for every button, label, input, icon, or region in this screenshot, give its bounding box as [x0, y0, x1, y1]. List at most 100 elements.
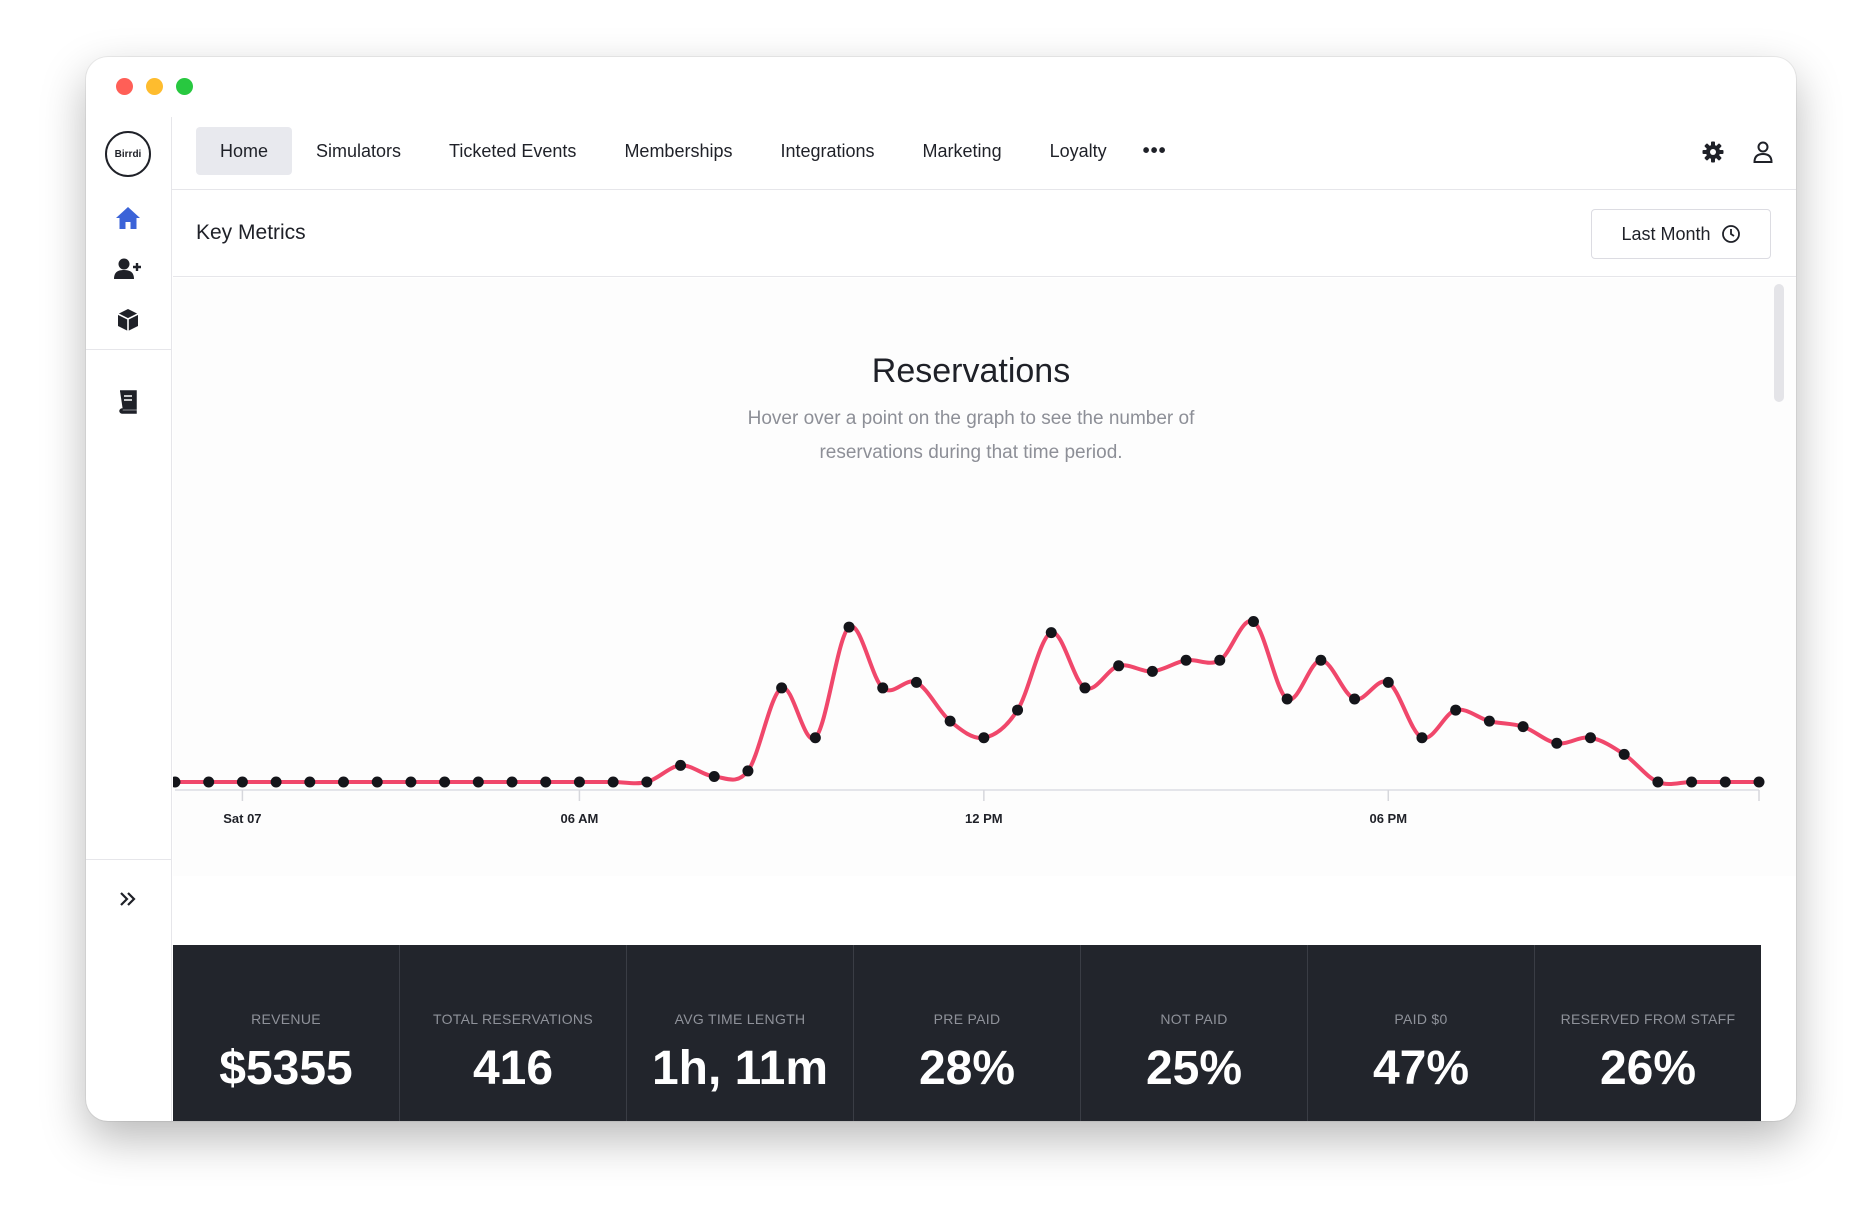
data-point[interactable] — [236, 776, 248, 788]
data-point[interactable] — [1652, 776, 1664, 788]
nav-home[interactable]: Home — [196, 127, 293, 175]
data-point[interactable] — [641, 776, 653, 788]
data-point[interactable] — [203, 776, 215, 788]
data-point[interactable] — [1686, 776, 1698, 788]
data-point[interactable] — [1146, 665, 1158, 677]
data-point[interactable] — [1382, 676, 1394, 688]
profile-button[interactable] — [1750, 139, 1776, 165]
stat-total-reservations: TOTAL RESERVATIONS 416 — [400, 945, 627, 1121]
data-point[interactable] — [1551, 737, 1563, 749]
data-point[interactable] — [1315, 654, 1327, 666]
nav-loyalty[interactable]: Loyalty — [1026, 127, 1131, 175]
more-menu-button[interactable]: ••• — [1131, 127, 1179, 175]
sidebar-item-add-user[interactable] — [113, 254, 143, 284]
x-axis-tick-label: 12 PM — [965, 811, 1003, 826]
data-point[interactable] — [1719, 776, 1731, 788]
close-window-button[interactable] — [116, 78, 133, 95]
data-point[interactable] — [776, 682, 788, 694]
data-point[interactable] — [843, 621, 855, 633]
stat-reserved-from-staff: RESERVED FROM STAFF 26% — [1535, 945, 1761, 1121]
reservations-line-chart[interactable]: Sat 07 06 AM 12 PM 06 PM — [173, 278, 1773, 876]
data-point[interactable] — [675, 759, 687, 771]
stat-not-paid: NOT PAID 25% — [1081, 945, 1308, 1121]
minimize-window-button[interactable] — [146, 78, 163, 95]
reservations-series-line — [175, 618, 1759, 787]
app-logo[interactable]: Birrdi — [105, 131, 151, 177]
vertical-scrollbar[interactable] — [1774, 284, 1784, 402]
data-point[interactable] — [405, 776, 417, 788]
data-point[interactable] — [506, 776, 518, 788]
top-navigation: Home Simulators Ticketed Events Membersh… — [172, 117, 1796, 190]
date-range-button[interactable]: Last Month — [1591, 209, 1771, 259]
sidebar-expand-button[interactable] — [113, 884, 143, 914]
data-point[interactable] — [1517, 721, 1529, 733]
nav-memberships[interactable]: Memberships — [600, 127, 756, 175]
stat-label: REVENUE — [251, 1011, 321, 1027]
data-point[interactable] — [1753, 776, 1765, 788]
settings-button[interactable] — [1700, 139, 1726, 165]
data-point[interactable] — [742, 765, 754, 777]
data-point[interactable] — [1450, 704, 1462, 716]
stat-label: PRE PAID — [933, 1011, 1001, 1027]
nav-integrations[interactable]: Integrations — [756, 127, 898, 175]
data-point[interactable] — [1618, 748, 1630, 760]
data-point[interactable] — [1045, 627, 1057, 639]
stat-value: 26% — [1599, 1042, 1697, 1095]
maximize-window-button[interactable] — [176, 78, 193, 95]
data-point[interactable] — [877, 682, 889, 694]
data-point[interactable] — [1281, 693, 1293, 705]
book-icon — [119, 390, 137, 414]
data-point[interactable] — [1214, 654, 1226, 666]
x-axis-tick-label: Sat 07 — [223, 811, 261, 826]
x-axis-tick-label: 06 AM — [561, 811, 599, 826]
data-point[interactable] — [371, 776, 383, 788]
nav-simulators[interactable]: Simulators — [292, 127, 425, 175]
stat-value: 416 — [472, 1042, 554, 1095]
data-point[interactable] — [1483, 715, 1495, 727]
data-point[interactable] — [708, 770, 720, 782]
sidebar-item-docs[interactable] — [113, 387, 143, 417]
data-point[interactable] — [978, 732, 990, 744]
data-point[interactable] — [1349, 693, 1361, 705]
settings-icon — [1702, 141, 1724, 163]
data-point[interactable] — [472, 776, 484, 788]
date-range-label: Last Month — [1621, 223, 1711, 244]
data-point[interactable] — [1079, 682, 1091, 694]
data-point[interactable] — [1584, 732, 1596, 744]
key-metrics-header: Key Metrics Last Month — [173, 191, 1796, 277]
data-point[interactable] — [1180, 654, 1192, 666]
data-point[interactable] — [910, 676, 922, 688]
main-content: Key Metrics Last Month Reservations Hove… — [173, 191, 1796, 1121]
data-point[interactable] — [173, 776, 181, 788]
data-point[interactable] — [607, 776, 619, 788]
nav-ticketed-events[interactable]: Ticketed Events — [425, 127, 600, 175]
data-point[interactable] — [573, 776, 585, 788]
sidebar-item-inventory[interactable] — [113, 305, 143, 335]
data-point[interactable] — [1012, 704, 1024, 716]
stat-value: 47% — [1372, 1042, 1470, 1095]
box-icon — [117, 309, 139, 331]
data-point[interactable] — [304, 776, 316, 788]
nav-marketing[interactable]: Marketing — [899, 127, 1026, 175]
main-nav: Home Simulators Ticketed Events Membersh… — [196, 127, 1179, 175]
stat-value: 28% — [918, 1042, 1016, 1095]
stat-avg-time-length: AVG TIME LENGTH 1h, 11m — [627, 945, 854, 1121]
stat-label: PAID $0 — [1394, 1011, 1448, 1027]
x-axis-tick-label: 06 PM — [1369, 811, 1407, 826]
data-point[interactable] — [1247, 616, 1259, 628]
data-point[interactable] — [809, 732, 821, 744]
data-point[interactable] — [439, 776, 451, 788]
stats-bar: REVENUE $5355 TOTAL RESERVATIONS 416 AVG… — [173, 945, 1761, 1121]
stat-value: $5355 — [219, 1042, 353, 1095]
page-title: Key Metrics — [196, 221, 306, 244]
stat-value: 25% — [1145, 1042, 1243, 1095]
data-point[interactable] — [540, 776, 552, 788]
sidebar: Birrdi — [86, 117, 172, 1121]
data-point[interactable] — [944, 715, 956, 727]
data-point[interactable] — [270, 776, 282, 788]
data-point[interactable] — [1113, 660, 1125, 672]
sidebar-item-home[interactable] — [113, 203, 143, 233]
data-point[interactable] — [338, 776, 350, 788]
app-window: Birrdi Home Simulators Ticketed Events M… — [86, 57, 1796, 1121]
data-point[interactable] — [1416, 732, 1428, 744]
